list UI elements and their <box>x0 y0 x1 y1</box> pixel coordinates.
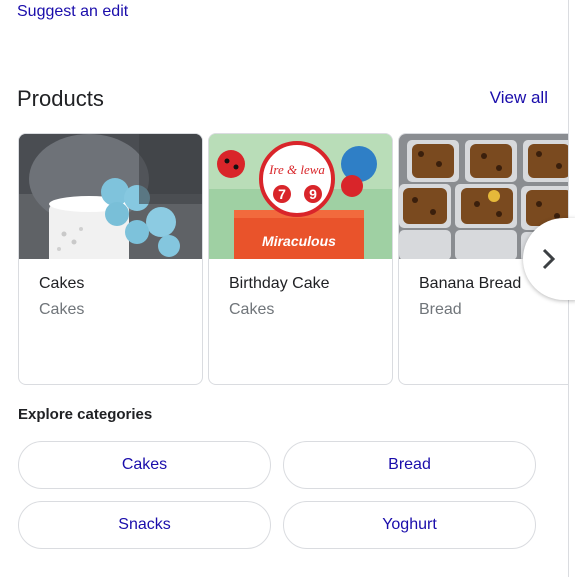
suggest-edit-link[interactable]: Suggest an edit <box>17 3 128 21</box>
product-card-title: Banana Bread <box>419 275 522 292</box>
view-all-link[interactable]: View all <box>490 88 548 108</box>
category-chip-yoghurt[interactable]: Yoghurt <box>283 501 536 549</box>
category-chip-cakes[interactable]: Cakes <box>18 441 271 489</box>
product-card-cakes[interactable]: Cakes Cakes <box>18 133 203 385</box>
cake-number-left: 7 <box>278 186 286 202</box>
category-chip-bread[interactable]: Bread <box>283 441 536 489</box>
product-card-title: Cakes <box>39 275 85 292</box>
chevron-right-icon <box>542 248 556 270</box>
product-card-category: Cakes <box>39 301 85 318</box>
product-card-category: Bread <box>419 301 462 318</box>
product-card-category: Cakes <box>229 301 275 318</box>
product-card-birthday-cake[interactable]: Ire & lewa 7 9 Miraculous Birthday Cake … <box>208 133 393 385</box>
cake-topper-text: Ire & lewa <box>268 162 325 177</box>
category-chip-snacks[interactable]: Snacks <box>18 501 271 549</box>
product-card-title: Birthday Cake <box>229 275 330 292</box>
cake-brand-text: Miraculous <box>262 233 336 249</box>
product-image-birthday-cake: Ire & lewa 7 9 Miraculous <box>209 134 392 259</box>
product-image-cakes <box>19 134 202 259</box>
products-heading: Products <box>17 86 104 111</box>
explore-categories-heading: Explore categories <box>18 406 153 423</box>
cake-number-right: 9 <box>309 186 317 202</box>
product-carousel: Cakes Cakes Ire & lewa 7 9 Miraculous Bi… <box>18 133 568 385</box>
